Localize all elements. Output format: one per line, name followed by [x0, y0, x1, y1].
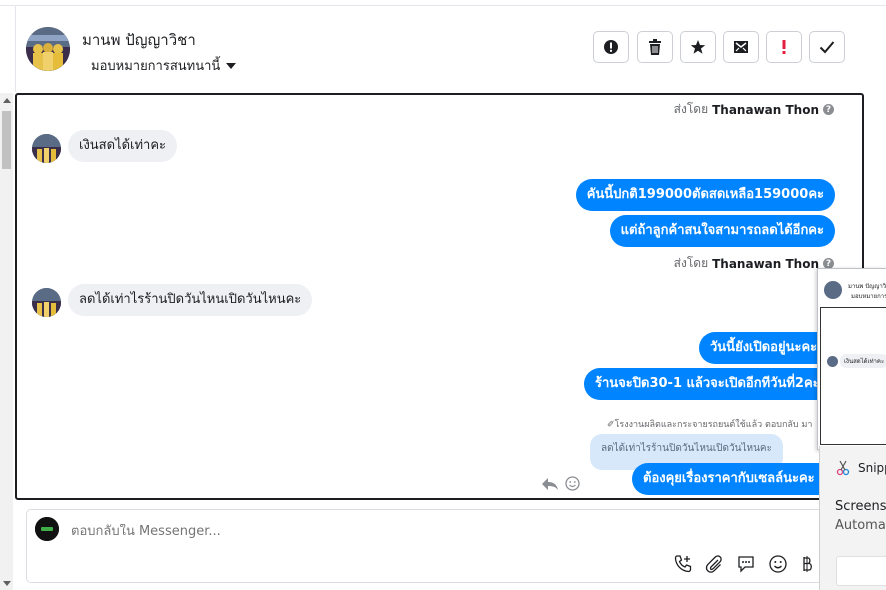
- snip-app-name: Snipp: [858, 461, 886, 475]
- reply-context-text: โรงงานผลิตและกระจายรถยนต์ใช้แล้ว ตอบกลับ…: [614, 420, 813, 430]
- sent-by-label: ส่งโดย Thanawan Thon ?: [674, 100, 834, 119]
- emoji-icon[interactable]: [767, 553, 789, 575]
- done-button[interactable]: [809, 31, 845, 63]
- page-scrollbar[interactable]: [0, 93, 13, 590]
- contact-avatar[interactable]: [26, 27, 70, 71]
- help-icon[interactable]: ?: [823, 104, 834, 115]
- message-outgoing[interactable]: คันนี้ปกติ199000ตัดสดเหลือ159000คะ: [575, 179, 835, 211]
- message-outgoing[interactable]: แต่ถ้าลูกค้าสนใจสามารถลดได้อีกคะ: [609, 215, 835, 247]
- snip-subtitle: Automat: [835, 518, 886, 533]
- assign-conversation-dropdown[interactable]: มอบหมายการสนทนานี้: [91, 55, 237, 76]
- message-incoming[interactable]: ลดได้เท่าไรร้านปิดวันไหนเปิดวันไหนคะ: [68, 284, 313, 316]
- preview-message: เงินสดได้เท่าคะ: [840, 354, 886, 368]
- left-border: [15, 5, 16, 92]
- preview-sender-avatar: [827, 356, 838, 367]
- message-outgoing[interactable]: ต้องคุยเรื่องราคากับเซลล์นะคะ: [632, 463, 826, 495]
- check-icon: [819, 41, 835, 54]
- scroll-down-arrow-icon[interactable]: [3, 581, 11, 586]
- react-emoji-icon[interactable]: [565, 476, 580, 495]
- sender-avatar[interactable]: [32, 134, 61, 163]
- preview-assign: มอบหมายการ: [851, 293, 886, 300]
- snip-action-button[interactable]: [836, 556, 886, 586]
- spam-button[interactable]: [766, 31, 802, 63]
- exclamation-icon: [782, 40, 786, 54]
- snip-title: Screensh: [835, 499, 886, 514]
- conversation-preview-popup[interactable]: มานพ ปัญญาวิ มอบหมายการ เงินสดได้เท่าคะ: [817, 268, 886, 450]
- saved-replies-icon[interactable]: [735, 553, 757, 575]
- assign-label: มอบหมายการสนทนานี้: [91, 59, 221, 74]
- delete-button[interactable]: [637, 31, 673, 63]
- mark-important-button[interactable]: [593, 31, 629, 63]
- scroll-up-arrow-icon[interactable]: [3, 98, 11, 103]
- mark-unread-button[interactable]: [723, 31, 759, 63]
- conversation-panel: ส่งโดย Thanawan Thon ? เงินสดได้เท่าคะ ค…: [15, 93, 864, 500]
- sent-by-name[interactable]: Thanawan Thon: [712, 257, 819, 271]
- star-button[interactable]: [680, 31, 716, 63]
- sent-by-name[interactable]: Thanawan Thon: [712, 103, 819, 117]
- alert-circle-icon: [604, 40, 618, 54]
- sent-by-label: ส่งโดย Thanawan Thon ?: [674, 254, 834, 273]
- page-avatar: [35, 517, 59, 541]
- contact-name[interactable]: มานพ ปัญญาวิชา: [82, 28, 196, 52]
- reply-context: ✐โรงงานผลิตและกระจายรถยนต์ใช้แล้ว ตอบกลั…: [607, 417, 813, 431]
- trash-icon: [649, 39, 661, 55]
- top-border: [0, 0, 886, 6]
- message-incoming[interactable]: เงินสดได้เท่าคะ: [68, 130, 178, 162]
- message-outgoing[interactable]: วันนี้ยังเปิดอยู่นะคะ: [699, 332, 829, 364]
- message-outgoing[interactable]: ร้านจะปิด30-1 แล้วจะเปิดอีกทีวันที่2คะ: [584, 368, 831, 400]
- preview-chat-frame: [820, 307, 886, 445]
- reply-icon[interactable]: [541, 476, 559, 495]
- reply-arrow-icon: ✐: [607, 420, 615, 430]
- envelope-icon: [734, 41, 748, 53]
- star-icon: [690, 40, 706, 54]
- message-input[interactable]: [71, 524, 571, 539]
- call-add-icon[interactable]: [672, 553, 694, 575]
- sent-by-prefix: ส่งโดย: [673, 256, 709, 270]
- payment-icon[interactable]: [799, 553, 815, 575]
- preview-name: มานพ ปัญญาวิ: [848, 283, 886, 290]
- scrollbar-thumb[interactable]: [2, 111, 11, 169]
- attachment-icon[interactable]: [703, 553, 725, 575]
- sender-avatar[interactable]: [32, 288, 61, 317]
- snipping-tool-icon: [836, 460, 850, 480]
- snipping-tool-notification[interactable]: Snipp Screensh Automat: [819, 446, 886, 590]
- caret-down-icon: [226, 62, 237, 69]
- preview-avatar: [824, 281, 842, 299]
- sent-by-prefix: ส่งโดย: [673, 102, 709, 116]
